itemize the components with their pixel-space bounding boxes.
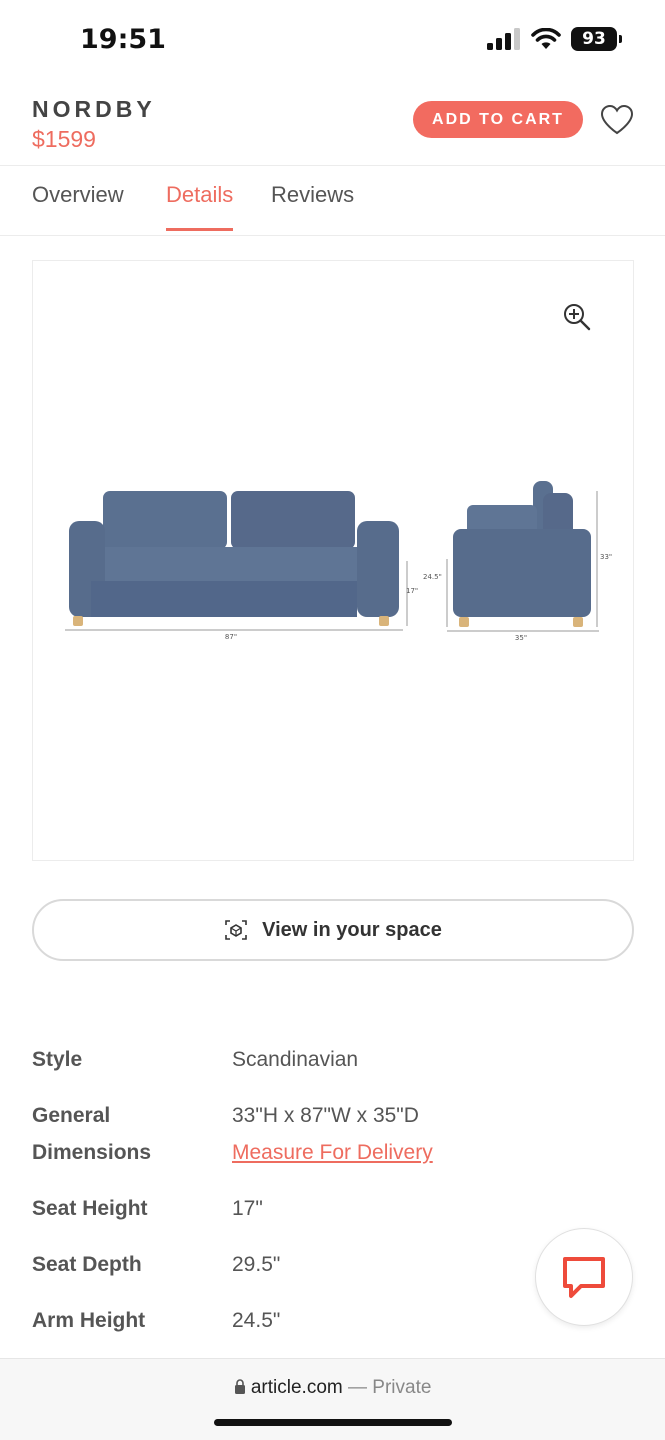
- ar-cube-icon: [225, 920, 247, 940]
- status-icons: 93: [487, 27, 622, 51]
- lock-icon: [234, 1379, 245, 1394]
- sofa-side-view: [446, 481, 599, 632]
- spec-style-value: Scandinavian: [232, 1048, 359, 1071]
- spec-arm-height-label: Arm Height: [32, 1309, 146, 1332]
- sofa-front-view: [65, 491, 408, 631]
- tab-reviews[interactable]: Reviews: [271, 182, 354, 228]
- tab-overview[interactable]: Overview: [32, 182, 124, 228]
- dim-side-height: 33": [600, 553, 612, 561]
- spec-dimensions-value: 33"H x 87"W x 35"D: [232, 1104, 419, 1127]
- dim-side-arm-height: 24.5": [423, 573, 442, 581]
- spec-seat-depth-value: 29.5": [232, 1253, 281, 1276]
- measure-for-delivery-link[interactable]: Measure For Delivery: [232, 1134, 433, 1171]
- home-indicator: [214, 1419, 452, 1426]
- spec-seat-depth-label: Seat Depth: [32, 1253, 142, 1276]
- spec-dimensions-label-line1: General: [32, 1104, 111, 1127]
- url-domain: article.com: [250, 1377, 343, 1398]
- wifi-icon: [531, 28, 561, 49]
- product-image[interactable]: 87" 17" 24.5" 33" 35": [32, 260, 634, 861]
- url-row: article.com — Private: [0, 1377, 665, 1399]
- url-private-label: Private: [372, 1377, 432, 1398]
- battery-icon: 93: [571, 27, 622, 51]
- tab-bar: Overview Details Reviews: [0, 166, 665, 236]
- tab-details[interactable]: Details: [166, 182, 234, 231]
- add-to-cart-button[interactable]: ADD TO CART: [413, 101, 583, 138]
- view-in-space-label: View in your space: [262, 918, 442, 941]
- url-separator: —: [348, 1377, 367, 1398]
- product-name: NORDBY: [32, 96, 156, 122]
- heart-icon[interactable]: [599, 102, 635, 138]
- browser-url-bar[interactable]: article.com — Private: [0, 1358, 665, 1440]
- signal-icon: [487, 28, 520, 50]
- chat-icon: [563, 1257, 605, 1298]
- spec-dimensions-label-line2: Dimensions: [32, 1141, 152, 1164]
- spec-seat-height-value: 17": [232, 1197, 263, 1220]
- spec-arm-height-value: 24.5": [232, 1309, 281, 1332]
- product-price: $1599: [32, 126, 96, 152]
- view-in-space-button[interactable]: View in your space: [32, 899, 634, 961]
- sofa-dimension-diagram: 87" 17" 24.5" 33" 35": [65, 481, 612, 642]
- spec-style-label: Style: [32, 1048, 83, 1071]
- dim-front-seat-height: 17": [406, 587, 418, 595]
- spec-seat-height-label: Seat Height: [32, 1197, 148, 1220]
- dim-front-width: 87": [225, 633, 237, 641]
- dim-side-depth: 35": [515, 634, 527, 642]
- status-bar: 19:51 93: [0, 0, 665, 80]
- chat-button[interactable]: [535, 1228, 633, 1326]
- product-header: NORDBY $1599 ADD TO CART: [0, 80, 665, 166]
- status-time: 19:51: [80, 24, 166, 55]
